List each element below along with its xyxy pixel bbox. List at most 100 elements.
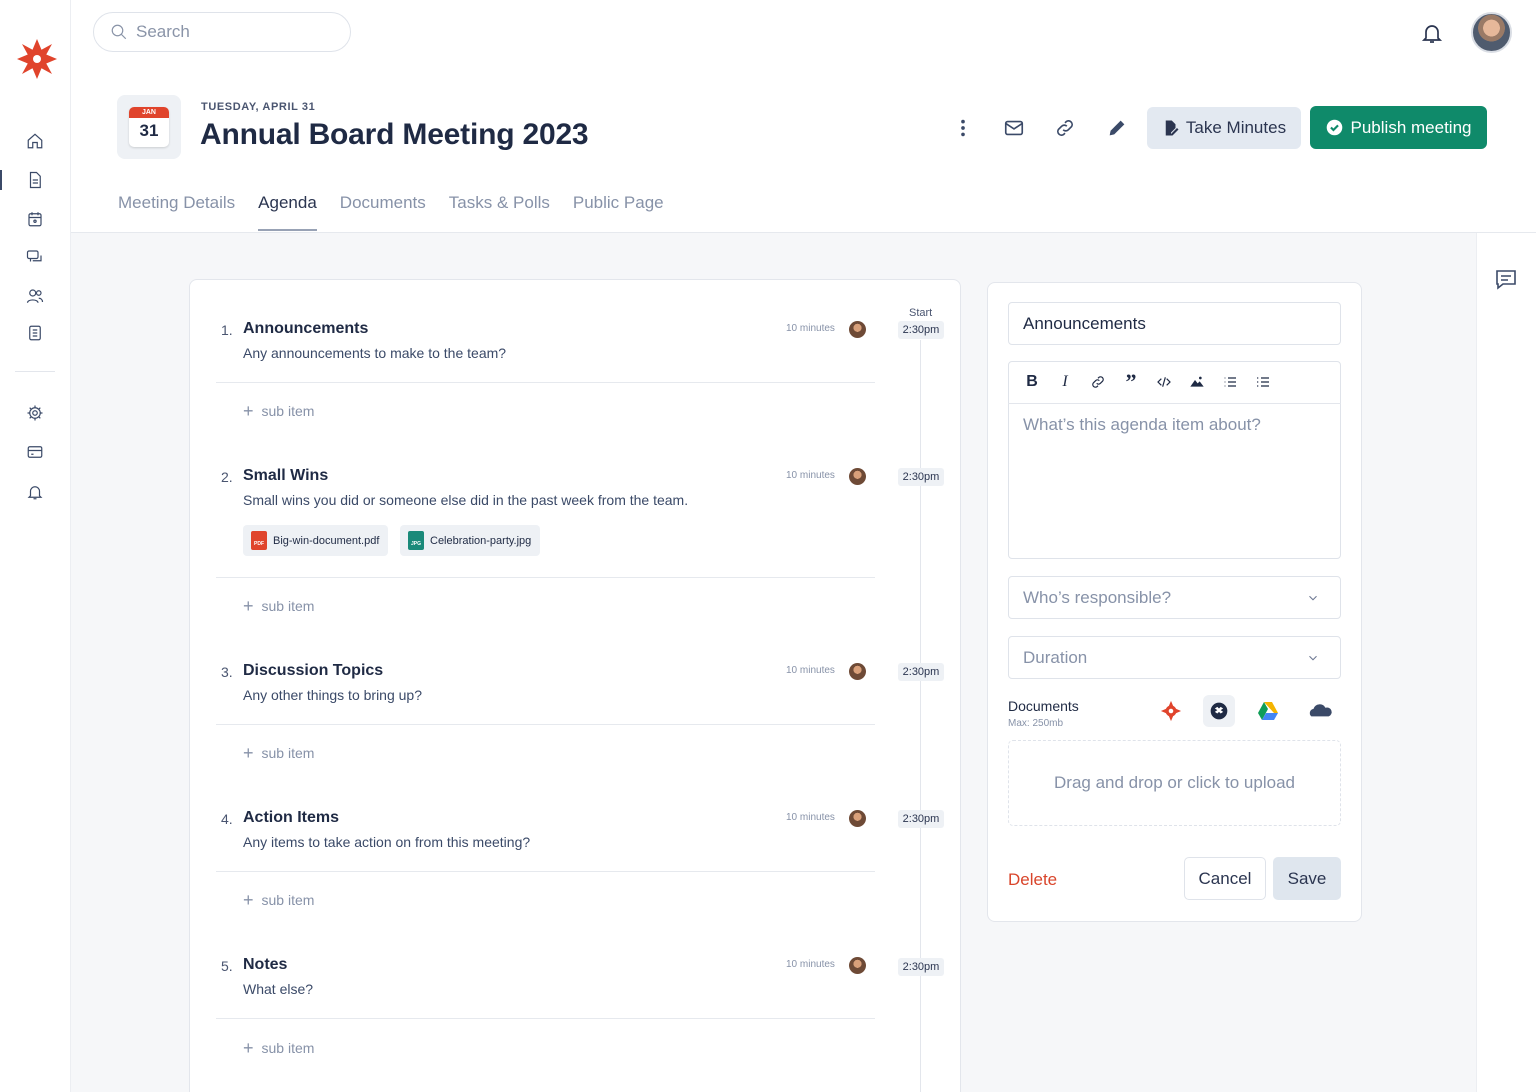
agenda-item-duration: 10 minutes xyxy=(786,959,835,970)
app-logo-icon[interactable] xyxy=(15,37,59,81)
documents-label: Documents xyxy=(1008,698,1079,714)
dropbox-icon[interactable] xyxy=(1203,695,1235,727)
gear-icon[interactable] xyxy=(24,402,46,424)
agenda-item-avatar[interactable] xyxy=(849,957,866,974)
agenda-item-number: 2. xyxy=(221,469,233,485)
add-sub-item-button[interactable]: + sub item xyxy=(243,401,315,421)
italic-icon[interactable]: I xyxy=(1055,372,1075,392)
home-icon[interactable] xyxy=(24,130,46,152)
tab-public-page[interactable]: Public Page xyxy=(573,193,664,231)
add-sub-item-button[interactable]: + sub item xyxy=(243,596,315,616)
sub-item-label: sub item xyxy=(261,403,315,419)
row-divider xyxy=(216,1018,875,1019)
publish-meeting-button[interactable]: Publish meeting xyxy=(1310,106,1487,149)
agenda-item-title[interactable]: Announcements xyxy=(243,320,368,338)
documents-max-size: Max: 250mb xyxy=(1008,718,1064,729)
agenda-item-avatar[interactable] xyxy=(849,663,866,680)
agenda-item-time: 2:30pm xyxy=(898,810,944,828)
responsible-placeholder: Who’s responsible? xyxy=(1023,587,1172,607)
document-icon[interactable] xyxy=(24,169,46,191)
item-title-input[interactable]: Announcements xyxy=(1008,302,1341,345)
search-input[interactable] xyxy=(136,22,336,42)
formatting-toolbar: B I ” xyxy=(1008,361,1341,404)
app-upload-icon[interactable] xyxy=(1155,695,1187,727)
numbered-list-icon[interactable] xyxy=(1253,372,1273,392)
responsible-select[interactable]: Who’s responsible? xyxy=(1008,576,1341,619)
quote-icon[interactable]: ” xyxy=(1121,371,1141,393)
mail-icon[interactable] xyxy=(1001,115,1027,141)
chat-bubbles-icon[interactable] xyxy=(24,246,46,268)
add-sub-item-button[interactable]: + sub item xyxy=(243,1039,314,1057)
users-icon[interactable] xyxy=(24,285,46,307)
attachment-chip[interactable]: PDF Big-win-document.pdf xyxy=(243,525,389,556)
agenda-item-description: Small wins you did or someone else did i… xyxy=(243,492,689,508)
add-sub-item-button[interactable]: + sub item xyxy=(243,890,315,910)
sidebar xyxy=(0,0,71,1092)
file-upload-dropzone[interactable]: Drag and drop or click to upload xyxy=(1008,740,1341,826)
timeline-line xyxy=(920,340,921,1092)
link-icon[interactable] xyxy=(1052,115,1078,141)
image-file-icon: JPG xyxy=(408,531,424,550)
agenda-item-title[interactable]: Action Items xyxy=(243,809,339,827)
image-icon[interactable] xyxy=(1187,372,1207,392)
calendar-day: 31 xyxy=(139,121,159,140)
tab-meeting-details[interactable]: Meeting Details xyxy=(118,193,235,231)
take-minutes-label: Take Minutes xyxy=(1185,118,1287,137)
agenda-item-time: 2:30pm xyxy=(898,958,944,976)
tab-tasks-polls[interactable]: Tasks & Polls xyxy=(449,193,550,231)
cancel-button[interactable]: Cancel xyxy=(1184,857,1266,900)
take-minutes-button[interactable]: Take Minutes xyxy=(1147,107,1301,149)
right-rail xyxy=(1476,233,1536,1092)
user-avatar[interactable] xyxy=(1471,12,1512,53)
more-vertical-icon[interactable] xyxy=(950,115,976,141)
plus-icon: + xyxy=(243,596,254,616)
credit-card-icon[interactable] xyxy=(24,441,46,463)
bold-icon[interactable]: B xyxy=(1022,372,1042,392)
save-button[interactable]: Save xyxy=(1273,857,1341,900)
code-icon[interactable] xyxy=(1154,372,1174,392)
file-edit-icon xyxy=(1165,120,1179,136)
plus-icon: + xyxy=(243,890,254,910)
attachment-name: Celebration-party.jpg xyxy=(430,534,532,547)
plus-icon: + xyxy=(243,401,254,421)
agenda-item-avatar[interactable] xyxy=(849,810,866,827)
sidebar-divider xyxy=(15,371,55,372)
agenda-item-title[interactable]: Small Wins xyxy=(243,467,328,485)
notification-bell-icon[interactable] xyxy=(24,481,46,503)
bulleted-list-icon[interactable] xyxy=(1220,372,1240,392)
agenda-item-avatar[interactable] xyxy=(849,468,866,485)
duration-select[interactable]: Duration xyxy=(1008,636,1341,679)
calendar-badge: JAN 31 xyxy=(117,95,181,159)
sub-item-label: sub item xyxy=(261,598,315,614)
row-divider xyxy=(216,382,875,383)
add-sub-item-button[interactable]: + sub item xyxy=(243,744,314,762)
calendar-month: JAN xyxy=(129,107,169,118)
comments-icon[interactable] xyxy=(1494,267,1518,291)
book-icon[interactable] xyxy=(24,322,46,344)
google-drive-icon[interactable] xyxy=(1252,695,1284,727)
onedrive-icon[interactable] xyxy=(1304,695,1336,727)
calendar-icon[interactable] xyxy=(24,208,46,230)
row-divider xyxy=(216,724,875,725)
meeting-date: TUESDAY, APRIL 31 xyxy=(201,101,316,113)
sub-item-label: sub item xyxy=(261,892,315,908)
agenda-item-time: 2:30pm xyxy=(898,468,944,486)
agenda-item-description: Any other things to bring up? xyxy=(243,687,423,703)
start-label: Start xyxy=(909,307,933,319)
tab-agenda[interactable]: Agenda xyxy=(258,193,317,231)
tab-documents[interactable]: Documents xyxy=(340,193,426,231)
agenda-item-number: 1. xyxy=(221,322,233,338)
agenda-item-title[interactable]: Notes xyxy=(243,956,287,974)
search-bar[interactable] xyxy=(93,12,351,52)
delete-button[interactable]: Delete xyxy=(1008,870,1057,890)
agenda-item-number: 3. xyxy=(221,664,233,680)
duration-placeholder: Duration xyxy=(1023,647,1088,667)
chevron-down-icon xyxy=(1309,595,1317,600)
bell-icon[interactable] xyxy=(1420,21,1444,45)
attachment-chip[interactable]: JPG Celebration-party.jpg xyxy=(400,525,541,556)
agenda-item-avatar[interactable] xyxy=(849,321,866,338)
pencil-icon[interactable] xyxy=(1104,115,1130,141)
link-icon[interactable] xyxy=(1088,372,1108,392)
agenda-item-title[interactable]: Discussion Topics xyxy=(243,662,383,680)
search-icon xyxy=(111,24,127,40)
